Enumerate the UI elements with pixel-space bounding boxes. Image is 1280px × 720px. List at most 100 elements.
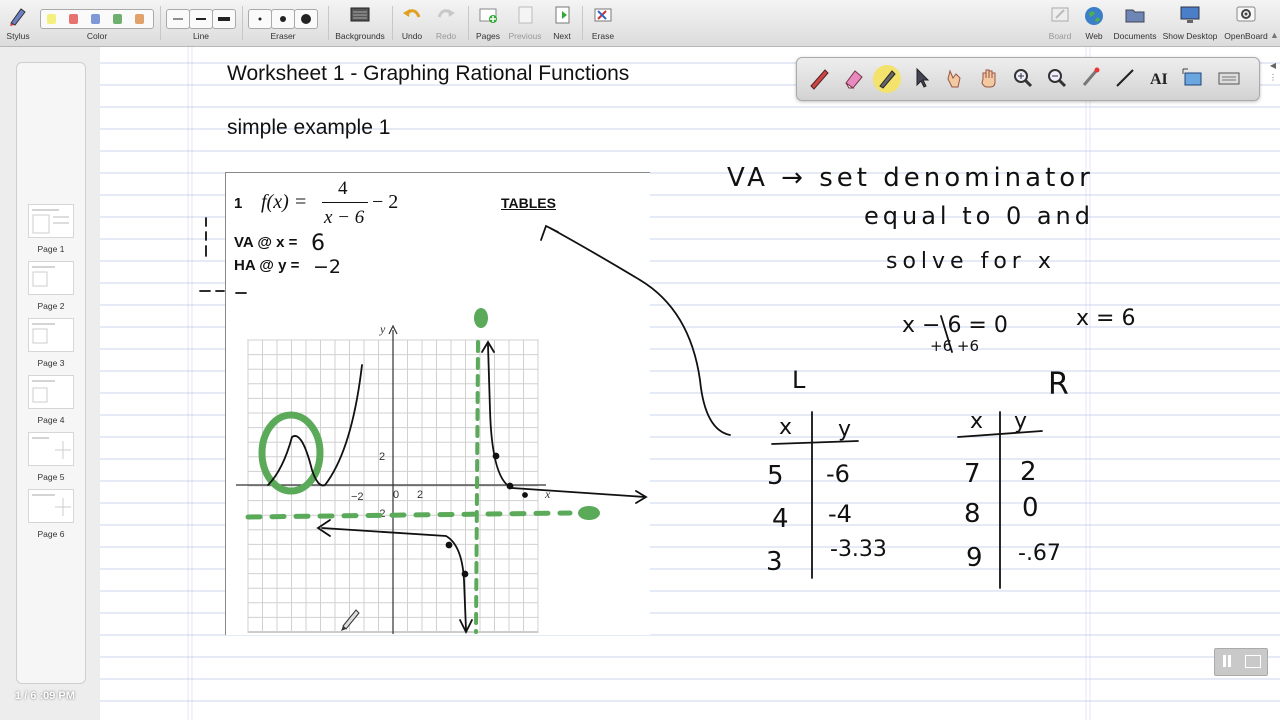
- highlighter-icon: [879, 70, 896, 89]
- eraser-icon: [845, 70, 863, 89]
- line-width-medium[interactable]: [189, 9, 213, 29]
- function-denominator: x − 6: [324, 207, 365, 228]
- erase-page-icon: [594, 8, 612, 22]
- color-palette: [40, 9, 154, 29]
- eraser-tool[interactable]: [839, 65, 867, 93]
- screen-icon[interactable]: [1245, 655, 1261, 668]
- virtual-keyboard-tool[interactable]: [1215, 65, 1243, 93]
- openboard-label: OpenBoard: [1224, 31, 1268, 41]
- highlighter-tool[interactable]: [873, 65, 901, 93]
- thumbnail-label-page-5: Page 5: [37, 472, 65, 482]
- color-swatch-orange[interactable]: [135, 14, 144, 24]
- hand-icon: [981, 69, 996, 88]
- worksheet-image: 1 f(x) = 4 x − 6 − 2 VA @ x = HA @ y = T…: [225, 172, 650, 635]
- text-icon: AI: [1150, 71, 1168, 88]
- web-label: Web: [1085, 31, 1103, 41]
- stylus-icon: [10, 8, 26, 26]
- line-width-thin[interactable]: [166, 9, 190, 29]
- zoom-out-icon: [1048, 69, 1067, 88]
- va-label: VA @ x =: [234, 234, 298, 251]
- thumbnail-page-1[interactable]: [28, 204, 74, 238]
- eraser-label: Eraser: [270, 31, 296, 41]
- toolbar-collapse-icon[interactable]: ▲: [1270, 30, 1279, 40]
- previous-button[interactable]: Previous: [508, 2, 542, 44]
- capture-tool[interactable]: [1179, 65, 1207, 93]
- board-button[interactable]: Board: [1045, 2, 1075, 44]
- monitor-icon: [1180, 6, 1200, 23]
- line-tool[interactable]: [1111, 65, 1139, 93]
- color-swatch-blue[interactable]: [91, 14, 100, 24]
- color-swatch-green[interactable]: [113, 14, 122, 24]
- laser-pointer-tool[interactable]: [1077, 65, 1105, 93]
- pointing-hand-icon: [947, 69, 961, 88]
- svg-text:AI: AI: [1150, 71, 1168, 88]
- worksheet-title: Worksheet 1 - Graphing Rational Function…: [227, 62, 630, 85]
- backgrounds-label: Backgrounds: [335, 31, 385, 41]
- problem-number: 1: [234, 195, 243, 212]
- color-group: Color: [40, 2, 154, 44]
- eraser-size-large[interactable]: [294, 9, 318, 29]
- page-thumbnails: [16, 62, 86, 684]
- board-label: Board: [1048, 31, 1072, 41]
- eraser-group: Eraser: [248, 2, 318, 44]
- fraction-bar: [322, 202, 368, 203]
- line-group: Line: [166, 2, 236, 44]
- thumbnail-page-3[interactable]: [28, 318, 74, 352]
- laser-pointer-icon: [1082, 67, 1100, 86]
- interact-tool[interactable]: [941, 65, 969, 93]
- page-counter: 1 / 6 :09 PM: [15, 690, 75, 702]
- palette-scroll-arrows[interactable]: ◀ ⋮: [1266, 60, 1280, 100]
- previous-label: Previous: [508, 31, 542, 41]
- undo-button[interactable]: Undo: [398, 2, 426, 44]
- stylus-button[interactable]: Stylus: [2, 2, 34, 44]
- recording-controls[interactable]: [1214, 648, 1268, 676]
- pages-button[interactable]: Pages: [474, 2, 502, 44]
- zoom-out-tool[interactable]: [1043, 65, 1071, 93]
- capture-icon: [1182, 68, 1202, 86]
- floating-tool-palette: AI: [796, 57, 1260, 101]
- function-constant: − 2: [372, 191, 399, 213]
- globe-icon: [1085, 7, 1103, 25]
- undo-icon: [403, 9, 421, 18]
- text-tool[interactable]: AI: [1145, 65, 1173, 93]
- show-desktop-label: Show Desktop: [1162, 31, 1218, 41]
- main-toolbar: Stylus Color Line Eraser Backgrounds Und…: [0, 0, 1280, 47]
- backgrounds-button[interactable]: Backgrounds: [334, 2, 386, 44]
- thumbnail-page-2[interactable]: [28, 261, 74, 295]
- documents-button[interactable]: Documents: [1112, 2, 1158, 44]
- line-icon: [1116, 69, 1134, 87]
- thumbnail-label-page-3: Page 3: [37, 358, 65, 368]
- eraser-size-medium[interactable]: [271, 9, 295, 29]
- folder-icon: [1125, 9, 1145, 23]
- thumbnail-page-4[interactable]: [28, 375, 74, 409]
- eraser-size-small[interactable]: [248, 9, 272, 29]
- worksheet-subtitle: simple example 1: [227, 116, 391, 139]
- line-width-thick[interactable]: [212, 9, 236, 29]
- add-page-icon: [479, 8, 497, 23]
- thumbnail-page-6[interactable]: [28, 489, 74, 523]
- pen-icon: [810, 69, 829, 90]
- undo-label: Undo: [401, 31, 423, 41]
- erase-button[interactable]: Erase: [588, 2, 618, 44]
- ha-label: HA @ y =: [234, 257, 300, 274]
- cursor-arrow-icon: [916, 67, 930, 88]
- hand-tool[interactable]: [975, 65, 1003, 93]
- show-desktop-button[interactable]: Show Desktop: [1162, 2, 1218, 44]
- pause-icon[interactable]: [1223, 655, 1226, 667]
- zoom-in-tool[interactable]: [1009, 65, 1037, 93]
- web-button[interactable]: Web: [1080, 2, 1108, 44]
- color-swatch-red[interactable]: [69, 14, 78, 24]
- pen-tool[interactable]: [805, 65, 833, 93]
- thumbnail-label-page-4: Page 4: [37, 415, 65, 425]
- color-label: Color: [86, 31, 108, 41]
- thumbnail-page-5[interactable]: [28, 432, 74, 466]
- documents-label: Documents: [1113, 31, 1157, 41]
- next-button[interactable]: Next: [548, 2, 576, 44]
- redo-button[interactable]: Redo: [432, 2, 460, 44]
- selector-tool[interactable]: [907, 65, 935, 93]
- function-numerator: 4: [338, 178, 348, 199]
- openboard-button[interactable]: OpenBoard: [1222, 2, 1270, 44]
- color-swatch-yellow[interactable]: [47, 14, 56, 24]
- backgrounds-icon: [350, 7, 370, 22]
- previous-page-icon: [518, 6, 533, 24]
